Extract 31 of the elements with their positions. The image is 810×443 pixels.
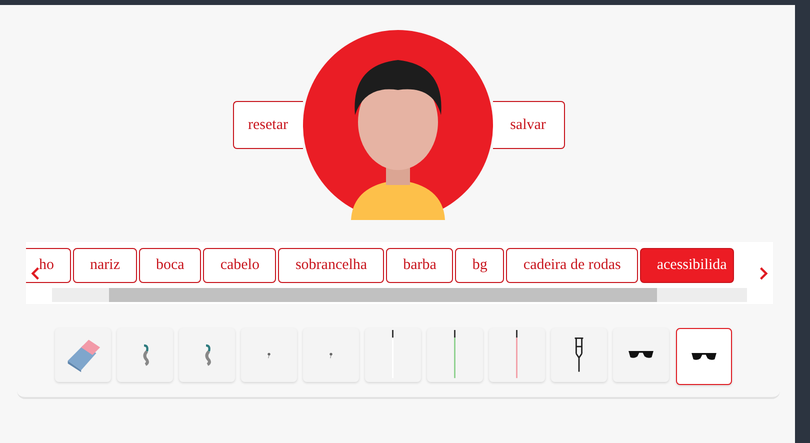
category-tab[interactable]: bg <box>455 248 504 283</box>
item-tile[interactable] <box>551 328 607 382</box>
save-button[interactable]: salvar <box>492 101 564 149</box>
category-tab[interactable]: barba <box>386 248 454 283</box>
reset-button[interactable]: resetar <box>232 101 302 149</box>
item-tile[interactable] <box>489 328 545 382</box>
item-tile[interactable] <box>179 328 235 382</box>
category-tab[interactable]: ho <box>26 248 71 283</box>
earbud-icon <box>329 352 333 358</box>
item-tile[interactable] <box>676 328 732 385</box>
earbud-icon <box>267 352 271 358</box>
category-tab[interactable]: acessibilida <box>640 248 734 283</box>
category-tab[interactable]: sobrancelha <box>278 248 384 283</box>
item-tile[interactable] <box>55 328 111 382</box>
category-tab[interactable]: nariz <box>73 248 137 283</box>
item-tile[interactable] <box>117 328 173 382</box>
sunglasses-icon <box>691 352 717 360</box>
category-tab[interactable]: boca <box>138 248 202 283</box>
scrollbar[interactable] <box>52 288 747 302</box>
chevron-left-icon[interactable] <box>31 267 40 280</box>
item-tile[interactable] <box>365 328 421 382</box>
item-tile[interactable] <box>427 328 483 382</box>
item-tile[interactable] <box>303 328 359 382</box>
hearing-aid-icon <box>140 344 150 366</box>
category-tab[interactable]: cadeira de rodas <box>506 248 638 283</box>
item-tile[interactable] <box>613 328 669 382</box>
hearing-aid-icon <box>202 344 212 366</box>
sunglasses-icon <box>628 351 654 359</box>
chevron-right-icon[interactable] <box>759 267 768 280</box>
item-tile[interactable] <box>241 328 297 382</box>
category-tab[interactable]: cabelo <box>203 248 276 283</box>
